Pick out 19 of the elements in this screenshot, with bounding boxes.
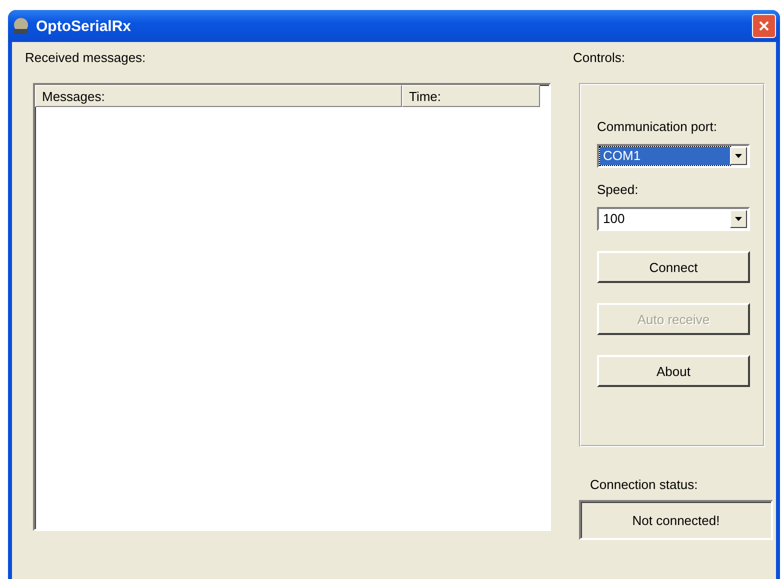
close-button[interactable]: [752, 14, 776, 38]
column-header[interactable]: Messages:: [35, 85, 402, 107]
status-label: Connection status:: [590, 477, 699, 492]
field-label: Speed:: [597, 182, 640, 197]
close-icon: [759, 21, 769, 31]
status-field: Not connected!: [579, 500, 773, 540]
column-header[interactable]: Time:: [402, 85, 540, 107]
window-title: OptoSerialRx: [36, 18, 132, 34]
dropdown[interactable]: COM1: [597, 144, 750, 168]
action-button[interactable]: About: [597, 355, 750, 387]
section-label: Controls:: [573, 50, 626, 65]
field-label: Communication port:: [597, 119, 718, 134]
dropdown-arrow-icon: [735, 154, 742, 158]
action-button[interactable]: Connect: [597, 251, 750, 283]
dropdown[interactable]: 100: [597, 207, 750, 231]
section-label: Received messages:: [25, 50, 147, 65]
dropdown-arrow-icon: [735, 217, 742, 221]
messages-list[interactable]: Messages: Time:: [33, 83, 551, 531]
app-icon: [12, 17, 30, 35]
